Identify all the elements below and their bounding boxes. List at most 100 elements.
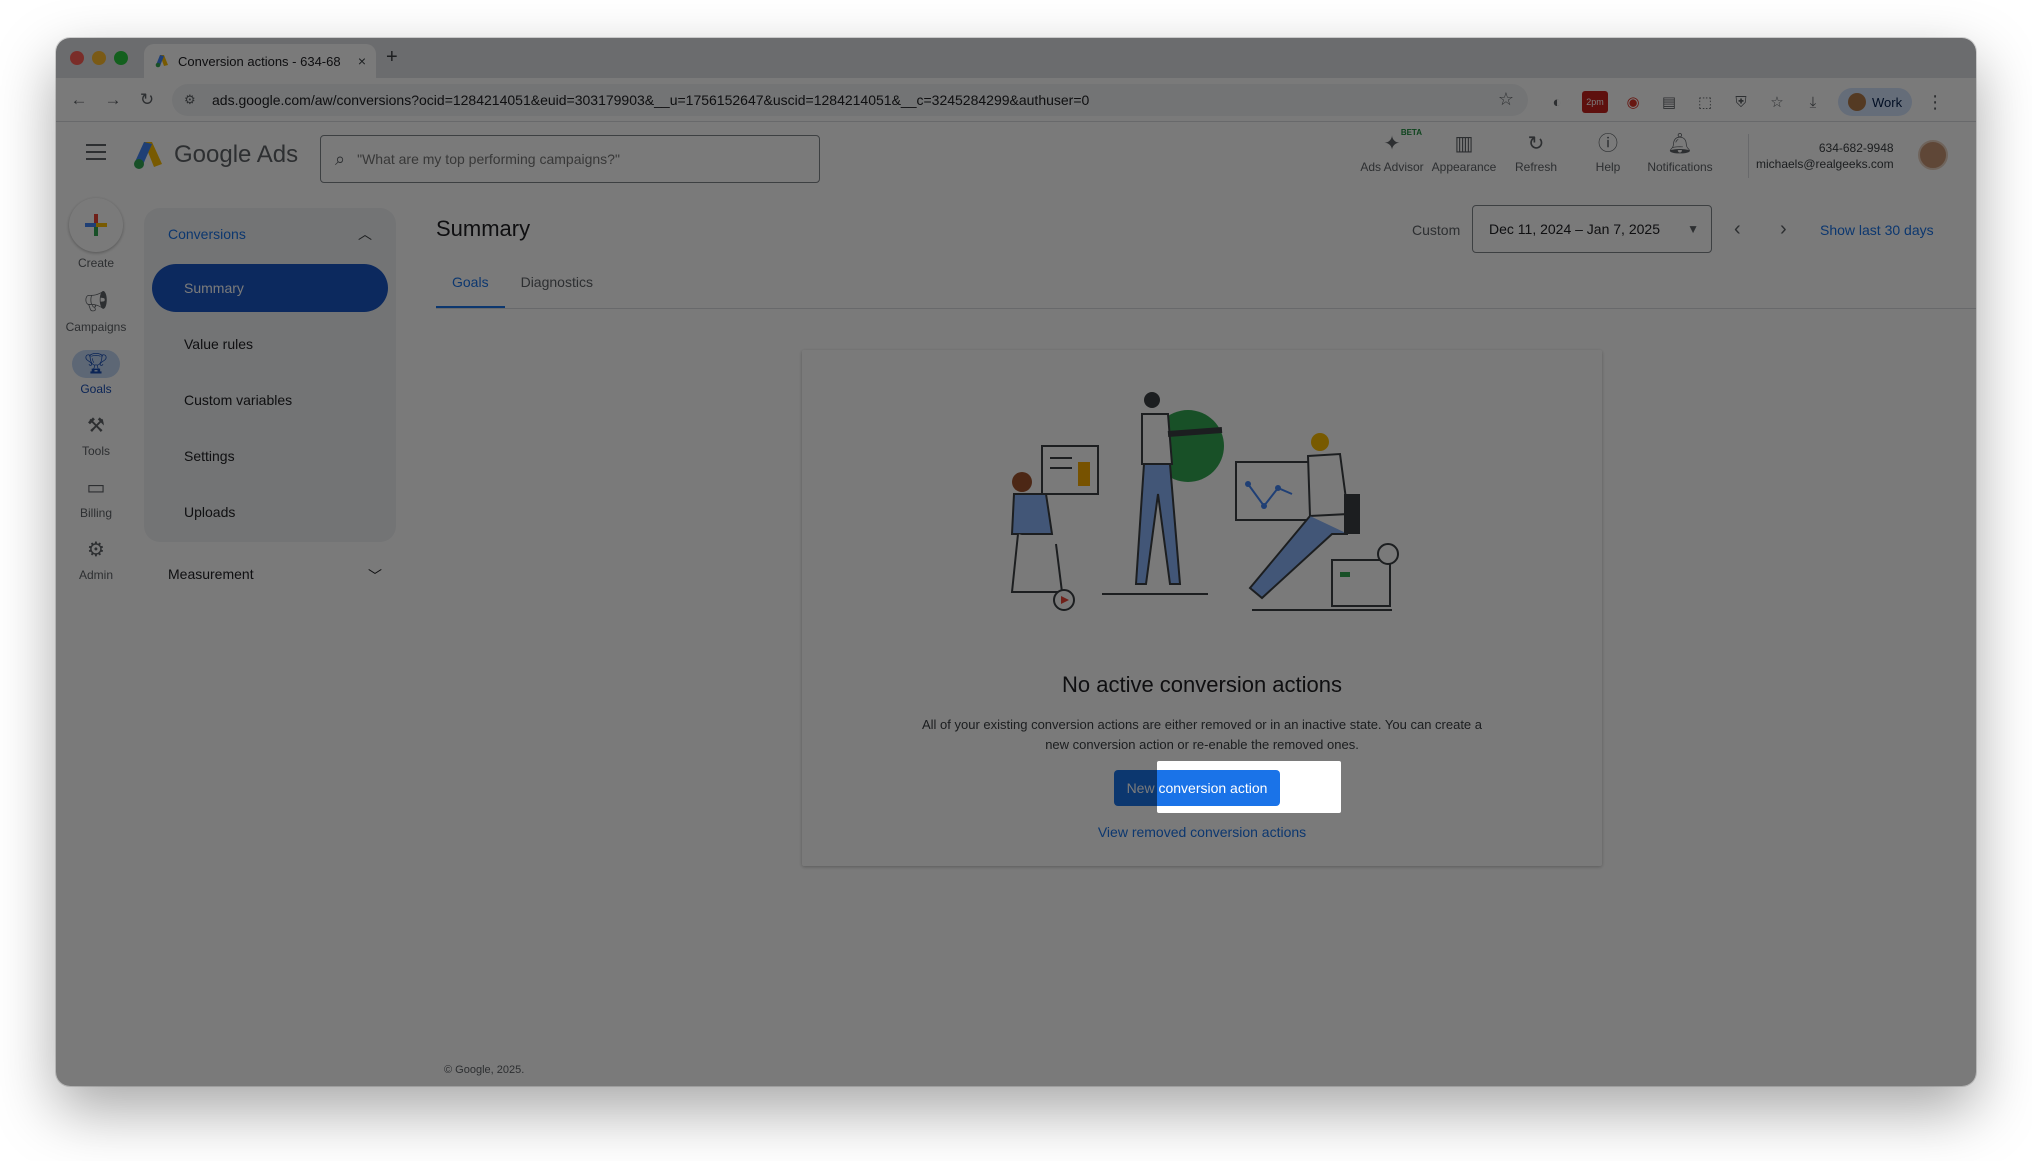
forward-arrow-icon[interactable]: → [96, 90, 130, 110]
maximize-window-button[interactable] [114, 51, 128, 65]
tab-close-icon[interactable]: × [358, 53, 366, 69]
rail-item-campaigns[interactable]: 📢︎ Campaigns [56, 288, 136, 334]
date-range-picker[interactable]: Dec 11, 2024 – Jan 7, 2025 ▼ [1472, 205, 1712, 253]
rail-label-campaigns: Campaigns [65, 320, 127, 334]
close-window-button[interactable] [70, 51, 84, 65]
ads-header: Google Ads ⌕ BETA ✦ Ads Advisor ▥ Appear… [56, 122, 1976, 188]
search-input[interactable] [357, 151, 798, 167]
rail-label-tools: Tools [81, 444, 110, 458]
next-period-icon[interactable]: › [1780, 218, 1787, 241]
rail-label-admin: Admin [78, 568, 113, 582]
header-divider [1748, 134, 1749, 178]
download-icon[interactable]: ⤓ [1802, 91, 1824, 113]
back-arrow-icon[interactable]: ← [62, 90, 96, 110]
site-settings-icon[interactable]: ⚙ [184, 92, 204, 108]
rail-item-create[interactable]: Create [56, 198, 136, 270]
appearance-label: Appearance [1431, 160, 1497, 174]
avatar[interactable] [1918, 140, 1948, 170]
tools-icon: ⚒ [87, 415, 105, 437]
measurement-label: Measurement [168, 566, 254, 582]
calendar-badge: 2pm [1586, 97, 1604, 107]
menu-icon[interactable] [86, 144, 106, 165]
header-actions: BETA ✦ Ads Advisor ▥ Appearance ↻ Refres… [1356, 128, 1716, 174]
nav-item-settings[interactable]: Settings [152, 432, 388, 480]
extension-icon[interactable]: ◐ [1546, 91, 1568, 113]
chevron-up-icon: ︿ [358, 226, 372, 242]
nav-item-uploads[interactable]: Uploads [152, 488, 388, 536]
nav-item-custom-variables[interactable]: Custom variables [152, 376, 388, 424]
tab-diagnostics[interactable]: Diagnostics [505, 274, 609, 309]
product-name: Google Ads [174, 141, 299, 168]
extension-red-icon[interactable]: ◉ [1622, 91, 1644, 113]
conversions-section-header[interactable]: Conversions ︿ [144, 208, 396, 244]
google-ads-logo[interactable]: Google Ads [132, 140, 298, 170]
account-phone: 634-682-9948 [1818, 141, 1894, 155]
search-box[interactable]: ⌕ [320, 135, 820, 183]
minimize-window-button[interactable] [92, 51, 106, 65]
footer-copyright: © Google, 2025. [444, 1064, 525, 1076]
empty-state-line-2: new conversion action or re-enable the r… [1045, 737, 1359, 752]
bookmark-star-icon[interactable]: ☆ [1498, 89, 1514, 110]
search-icon: ⌕ [335, 148, 346, 169]
create-button[interactable] [69, 198, 123, 252]
nav-item-value-rules[interactable]: Value rules [152, 320, 388, 368]
measurement-section[interactable]: Measurement ﹀ [168, 566, 382, 586]
empty-state-title: No active conversion actions [1061, 672, 1343, 697]
date-mode-label: Custom [1412, 222, 1461, 238]
new-tab-button[interactable]: + [386, 46, 398, 69]
page-title: Summary [436, 216, 531, 241]
bookmarks-icon[interactable]: ☆ [1766, 91, 1788, 113]
browser-tab[interactable]: Conversion actions - 634-68 × [144, 44, 376, 78]
incognito-icon[interactable]: ⛨ [1730, 91, 1752, 113]
help-icon: ⓘ [1598, 133, 1618, 155]
nav-item-summary[interactable]: Summary [152, 264, 388, 312]
ads-advisor-button[interactable]: BETA ✦ Ads Advisor [1356, 128, 1428, 174]
browser-menu-icon[interactable]: ⋮ [1926, 92, 1944, 113]
rail-label-billing: Billing [79, 506, 112, 520]
card-icon: ▭ [86, 477, 106, 499]
profile-label: Work [1872, 94, 1903, 110]
empty-state-line-1: All of your existing conversion actions … [921, 717, 1483, 732]
conversions-label: Conversions [168, 226, 246, 242]
reading-list-icon[interactable]: ▤ [1658, 91, 1680, 113]
appearance-button[interactable]: ▥ Appearance [1428, 132, 1500, 174]
new-conversion-action-button[interactable]: New conversion action [1114, 770, 1280, 806]
chevron-down-icon: ﹀ [368, 568, 382, 584]
rail-item-tools[interactable]: ⚒ Tools [56, 412, 136, 458]
empty-state-description: All of your existing conversion actions … [882, 715, 1522, 755]
extensions-area: ◐ 2pm ◉ ▤ ⬚ ⛨ ☆ ⤓ Work ⋮ [1546, 88, 1944, 116]
help-label: Help [1595, 160, 1621, 174]
account-info[interactable]: 634-682-9948 michaels@realgeeks.com [1756, 140, 1894, 172]
tab-strip: Conversion actions - 634-68 × + [56, 38, 1976, 78]
address-bar[interactable]: ⚙ ads.google.com/aw/conversions?ocid=128… [172, 84, 1528, 116]
bell-icon: 🔔︎ [1667, 133, 1693, 155]
refresh-label: Refresh [1514, 160, 1558, 174]
beta-badge: BETA [1400, 128, 1422, 137]
date-range-value: Dec 11, 2024 – Jan 7, 2025 [1489, 221, 1660, 237]
show-last-30-days-link[interactable]: Show last 30 days [1820, 222, 1934, 238]
conversions-nav: Conversions ︿ Summary Value rules Custom… [144, 208, 396, 542]
rail-item-admin[interactable]: ⚙ Admin [56, 536, 136, 582]
refresh-button[interactable]: ↻ Refresh [1500, 132, 1572, 174]
rail-item-billing[interactable]: ▭ Billing [56, 474, 136, 520]
url-text: ads.google.com/aw/conversions?ocid=12842… [212, 92, 1090, 108]
browser-window: Conversion actions - 634-68 × + ← → ↻ ⚙ … [56, 38, 1976, 1086]
view-removed-conversion-actions-link[interactable]: View removed conversion actions [802, 824, 1602, 840]
profile-avatar [1848, 93, 1866, 111]
reload-icon[interactable]: ↻ [130, 90, 164, 110]
tab-goals[interactable]: Goals [436, 274, 505, 309]
help-button[interactable]: ⓘ Help [1572, 132, 1644, 174]
browser-toolbar: ← → ↻ ⚙ ads.google.com/aw/conversions?oc… [56, 78, 1976, 122]
notifications-button[interactable]: 🔔︎ Notifications [1644, 132, 1716, 174]
calendar-extension-icon[interactable]: 2pm [1582, 91, 1608, 113]
rail-item-goals[interactable]: 🏆︎ Goals [56, 350, 136, 396]
main-tabs: Goals Diagnostics [436, 274, 609, 309]
megaphone-icon: 📢︎ [83, 291, 109, 313]
previous-period-icon[interactable]: ‹ [1734, 218, 1741, 241]
empty-state-card: No active conversion actions All of your… [802, 350, 1602, 866]
tabs-divider [436, 308, 1976, 309]
gear-icon: ⚙ [87, 539, 105, 561]
puzzle-extensions-icon[interactable]: ⬚ [1694, 91, 1716, 113]
profile-chip[interactable]: Work [1838, 88, 1913, 116]
caret-down-icon: ▼ [1687, 222, 1699, 236]
